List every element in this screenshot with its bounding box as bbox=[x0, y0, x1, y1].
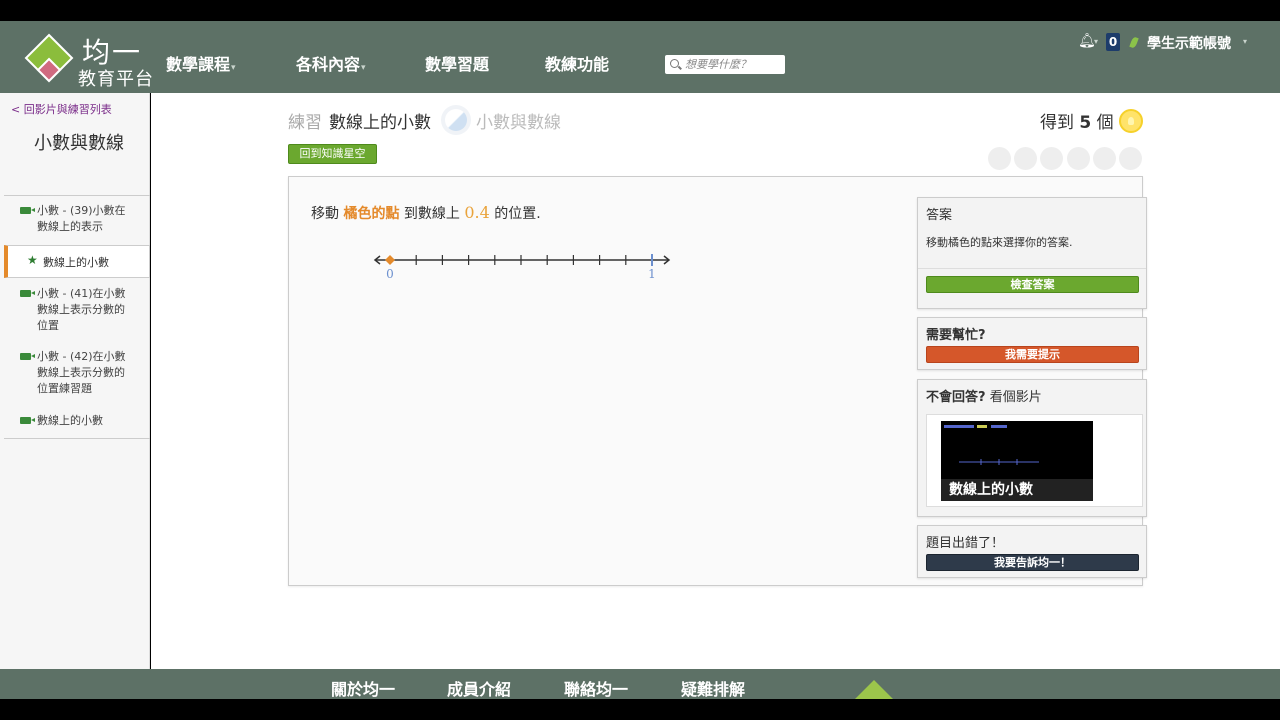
progress-circle-icon bbox=[441, 105, 471, 135]
divider bbox=[4, 195, 150, 196]
top-nav-bar: 均一 教育平台 數學課程▾ 各科內容▾ 數學習題 教練功能 想要學什麼？ 🔔︎ … bbox=[0, 21, 1280, 93]
streak-dot bbox=[1014, 147, 1037, 170]
sidebar: < 回影片與練習列表 小數與數線 小數 - (39)小數在數線上的表示 ★ 數線… bbox=[0, 93, 150, 669]
video-icon bbox=[20, 417, 31, 424]
exercise-topic[interactable]: 小數與數線 bbox=[476, 108, 561, 133]
topic-title: 小數與數線 bbox=[34, 133, 124, 154]
back-to-knowledge-map-button[interactable]: 回到知識星空 bbox=[288, 144, 377, 164]
video-icon bbox=[20, 353, 31, 360]
search-placeholder: 想要學什麼？ bbox=[685, 58, 751, 71]
nav-label: 數學課程 bbox=[166, 55, 231, 74]
question-prefix: 移動 bbox=[311, 206, 339, 222]
video-panel-title-rest: 看個影片 bbox=[989, 390, 1042, 405]
user-menu[interactable]: 學生示範帳號 bbox=[1147, 33, 1231, 53]
site-logo[interactable]: 均一 教育平台 bbox=[20, 29, 160, 90]
notification-count-badge[interactable]: 0 bbox=[1106, 33, 1120, 51]
check-answer-button[interactable]: 檢查答案 bbox=[926, 276, 1139, 293]
footer-link-contact[interactable]: 聯絡均一 bbox=[564, 676, 628, 700]
logo-subtitle: 教育平台 bbox=[78, 69, 154, 90]
chevron-down-icon: ▾ bbox=[231, 63, 236, 73]
question-middle: 到數線上 bbox=[403, 206, 460, 222]
report-panel-title: 題目出錯了！ bbox=[926, 536, 1005, 551]
sidebar-item-label: 小數 - (42)在小數數線上表示分數的位置練習題 bbox=[37, 350, 126, 395]
video-icon bbox=[20, 290, 31, 297]
help-panel-title: 需要幫忙? bbox=[926, 328, 986, 343]
energy-points-earned: 得到 5 個 bbox=[1040, 108, 1114, 133]
question-suffix: 的位置. bbox=[494, 206, 541, 222]
video-caption: 數線上的小數 bbox=[941, 479, 1093, 501]
answer-panel: 答案 移動橘色的點來選擇你的答案. 檢查答案 bbox=[917, 197, 1147, 309]
chevron-down-icon: ▾ bbox=[1243, 37, 1248, 46]
letterbox-top bbox=[0, 0, 1280, 21]
divider bbox=[918, 268, 1146, 269]
sidebar-item-label: 數線上的小數 bbox=[43, 256, 109, 269]
nav-label: 數學習題 bbox=[425, 55, 490, 74]
footer-bar: 關於均一 成員介紹 聯絡均一 疑難排解 bbox=[0, 669, 1280, 699]
nav-coach[interactable]: 教練功能 bbox=[545, 51, 609, 75]
report-panel: 題目出錯了！ 我要告訴均一！ bbox=[917, 525, 1147, 578]
label-max: 1 bbox=[648, 267, 656, 281]
draggable-orange-point[interactable] bbox=[385, 255, 395, 265]
footer-link-about[interactable]: 關於均一 bbox=[331, 676, 395, 700]
nav-subjects[interactable]: 各科內容▾ bbox=[296, 51, 366, 75]
search-input[interactable]: 想要學什麼？ bbox=[665, 55, 785, 74]
help-panel: 需要幫忙? 我需要提示 bbox=[917, 317, 1147, 370]
nav-label: 教練功能 bbox=[545, 55, 610, 74]
sidebar-item-label: 小數 - (41)在小數數線上表示分數的位置 bbox=[37, 287, 126, 332]
leaf-icon bbox=[1129, 36, 1139, 49]
streak-dot bbox=[1040, 147, 1063, 170]
footer-link-team[interactable]: 成員介紹 bbox=[447, 676, 511, 700]
sidebar-item-current-exercise[interactable]: ★ 數線上的小數 bbox=[4, 245, 150, 278]
streak-dot bbox=[1093, 147, 1116, 170]
nav-math-course[interactable]: 數學課程▾ bbox=[166, 51, 236, 75]
hint-button[interactable]: 我需要提示 bbox=[926, 346, 1139, 363]
streak-dot bbox=[988, 147, 1011, 170]
streak-dot bbox=[1119, 147, 1142, 170]
report-error-button[interactable]: 我要告訴均一！ bbox=[926, 554, 1139, 571]
answer-instruction: 移動橘色的點來選擇你的答案. bbox=[926, 236, 1073, 249]
video-preview-graphic bbox=[944, 425, 1039, 465]
video-panel: 不會回答? 看個影片 數線上的小數 bbox=[917, 379, 1147, 517]
earn-prefix: 得到 bbox=[1040, 113, 1074, 133]
video-thumbnail-card[interactable]: 數線上的小數 bbox=[926, 414, 1143, 507]
chevron-down-icon: ▾ bbox=[1094, 37, 1099, 46]
video-panel-title-bold: 不會回答? bbox=[926, 390, 986, 405]
nav-math-exercises[interactable]: 數學習題 bbox=[425, 51, 489, 75]
exercise-label: 練習 bbox=[288, 113, 322, 133]
sidebar-item-label: 小數 - (39)小數在數線上的表示 bbox=[37, 204, 126, 233]
lightbulb-icon bbox=[1119, 109, 1143, 133]
question-text: 移動 橘色的點 到數線上 0.4 的位置. bbox=[311, 203, 541, 223]
label-min: 0 bbox=[386, 267, 394, 281]
nav-label: 各科內容 bbox=[296, 55, 361, 74]
star-icon: ★ bbox=[27, 253, 38, 267]
question-target: 0.4 bbox=[464, 203, 490, 222]
divider bbox=[4, 438, 150, 439]
back-to-list-link[interactable]: < 回影片與練習列表 bbox=[11, 101, 112, 117]
question-highlight: 橘色的點 bbox=[343, 206, 400, 222]
video-panel-title: 不會回答? 看個影片 bbox=[926, 386, 1042, 405]
exercise-title: 數線上的小數 bbox=[329, 113, 431, 133]
scroll-top-triangle-icon[interactable] bbox=[855, 680, 893, 699]
video-thumbnail: 數線上的小數 bbox=[941, 421, 1093, 501]
video-icon bbox=[20, 207, 31, 214]
letterbox-bottom bbox=[0, 699, 1280, 720]
streak-dot bbox=[1067, 147, 1090, 170]
search-icon bbox=[670, 59, 679, 68]
answer-panel-title: 答案 bbox=[926, 208, 953, 223]
footer-link-faq[interactable]: 疑難排解 bbox=[681, 676, 745, 700]
earn-suffix: 個 bbox=[1096, 113, 1114, 133]
number-line[interactable]: 0 1 bbox=[370, 248, 675, 284]
sidebar-item-label: 數線上的小數 bbox=[37, 414, 103, 427]
chevron-down-icon: ▾ bbox=[361, 63, 366, 73]
logo-diamond-icon bbox=[24, 33, 74, 83]
earn-count: 5 bbox=[1079, 113, 1092, 133]
